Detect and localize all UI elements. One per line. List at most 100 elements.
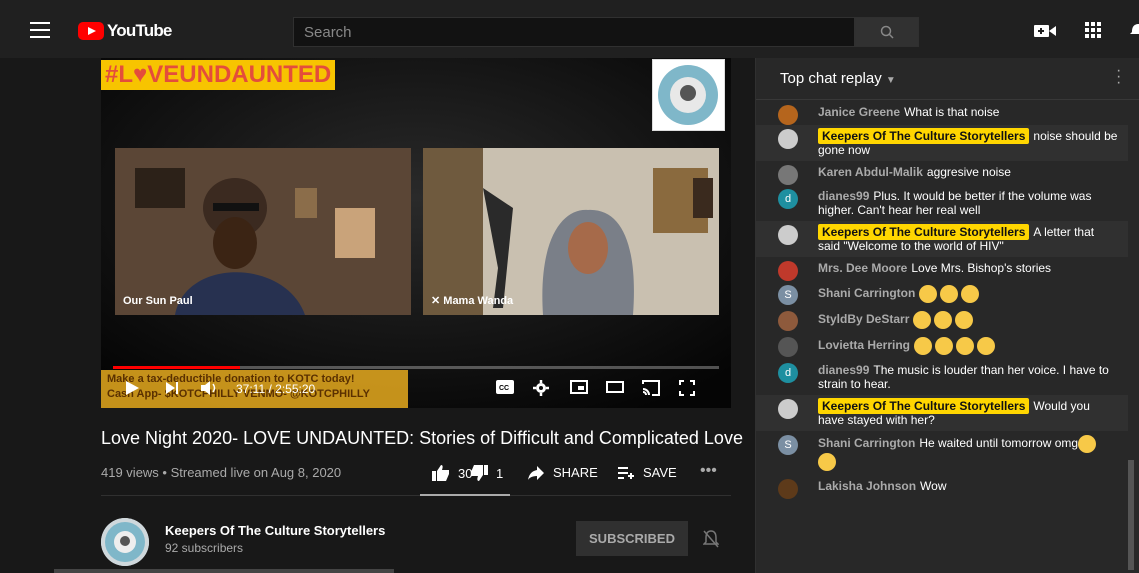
chat-message: Karen Abdul-Malik aggresive noise xyxy=(756,161,1128,185)
youtube-play-icon xyxy=(78,22,104,40)
speaker-left-label: Our Sun Paul xyxy=(123,295,193,307)
emoji-icon xyxy=(935,337,954,355)
speaker-panel-right: ✕ Mama Wanda xyxy=(423,148,719,315)
next-icon[interactable] xyxy=(164,380,180,396)
info-divider xyxy=(101,495,731,496)
miniplayer-icon[interactable] xyxy=(570,380,588,394)
chat-author-avatar[interactable] xyxy=(778,165,798,185)
chat-mode-dropdown[interactable]: Top chat replay ▼ xyxy=(780,70,896,87)
chat-message: Lakisha Johnson Wow xyxy=(756,475,1128,499)
apps-grid-icon[interactable] xyxy=(1085,22,1101,38)
chat-author-name[interactable]: Lovietta Herring xyxy=(818,338,910,352)
speaker-left-image xyxy=(115,148,411,315)
video-player[interactable]: Our Sun Paul ✕ Mama Wanda xyxy=(101,58,731,408)
search-icon xyxy=(880,25,894,39)
settings-gear-icon[interactable] xyxy=(533,380,549,396)
page-scrollbar[interactable] xyxy=(54,569,394,573)
speaker-right-name: Mama Wanda xyxy=(443,295,514,307)
chat-author-avatar[interactable] xyxy=(778,337,798,357)
video-meta: 419 views • Streamed live on Aug 8, 2020 xyxy=(101,465,342,480)
search-input[interactable]: Search xyxy=(293,17,855,47)
search-button[interactable] xyxy=(855,17,919,47)
mic-muted-icon: ✕ xyxy=(431,295,444,307)
speaker-panel-left: Our Sun Paul xyxy=(115,148,411,315)
chat-author-avatar[interactable]: S xyxy=(778,285,798,305)
chat-author-avatar[interactable]: d xyxy=(778,189,798,209)
chat-author-avatar[interactable] xyxy=(778,225,798,245)
chat-author-avatar[interactable] xyxy=(778,261,798,281)
chat-author-name[interactable]: Karen Abdul-Malik xyxy=(818,165,923,179)
chat-author-name[interactable]: dianes99 xyxy=(818,189,869,203)
cast-icon[interactable] xyxy=(642,380,660,396)
like-ratio-bar xyxy=(420,494,510,496)
chat-message: Keepers Of The Culture Storytellers A let… xyxy=(756,221,1128,257)
hamburger-menu-icon[interactable] xyxy=(30,22,50,38)
dislike-count: 1 xyxy=(496,465,504,481)
chat-author-avatar[interactable] xyxy=(778,105,798,125)
chat-author-name[interactable]: Janice Greene xyxy=(818,105,900,119)
chat-header: Top chat replay ▼ · · · xyxy=(756,58,1139,100)
share-label: SHARE xyxy=(553,465,598,480)
emoji-icon xyxy=(977,337,996,355)
emoji-icon xyxy=(914,337,933,355)
chat-message-text: Love Mrs. Bishop's stories xyxy=(911,261,1052,275)
chat-message-text: Wow xyxy=(920,479,947,493)
chat-author-avatar[interactable]: d xyxy=(778,363,798,383)
chat-author-name[interactable]: StyldBy DeStarr xyxy=(818,312,909,326)
emoji-icon xyxy=(818,453,836,471)
chat-author-name[interactable]: Shani Carrington xyxy=(818,436,915,450)
chat-message-text: What is that noise xyxy=(904,105,1000,119)
chat-author-avatar[interactable] xyxy=(778,129,798,149)
save-button[interactable]: SAVE xyxy=(618,465,677,480)
kotc-logo-image xyxy=(658,65,718,125)
chat-author-avatar[interactable] xyxy=(778,479,798,499)
channel-avatar[interactable] xyxy=(101,518,149,566)
emoji-icon xyxy=(934,311,953,329)
chat-message: Mrs. Dee Moore Love Mrs. Bishop's stories xyxy=(756,257,1128,281)
chat-author-avatar[interactable] xyxy=(778,399,798,419)
chevron-down-icon: ▼ xyxy=(885,75,896,86)
chat-author-avatar[interactable] xyxy=(778,311,798,331)
chat-author-name[interactable]: dianes99 xyxy=(818,363,869,377)
chat-author-name[interactable]: Keepers Of The Culture Storytellers xyxy=(818,128,1030,144)
youtube-logo-text: YouTube xyxy=(107,21,172,40)
video-title: Love Night 2020- LOVE UNDAUNTED: Stories… xyxy=(101,428,743,448)
emoji-icon xyxy=(1078,435,1097,453)
save-label: SAVE xyxy=(643,465,677,480)
thumbs-up-icon xyxy=(432,465,449,481)
chat-message: S Shani Carrington xyxy=(756,281,1128,307)
like-button[interactable]: 30 xyxy=(432,465,472,481)
youtube-logo[interactable]: YouTube xyxy=(78,21,172,41)
thumbs-down-icon xyxy=(471,465,488,481)
chat-author-name[interactable]: Keepers Of The Culture Storytellers xyxy=(818,398,1030,414)
more-actions-icon[interactable]: ••• xyxy=(700,462,717,480)
volume-icon[interactable] xyxy=(200,380,220,396)
share-button[interactable]: SHARE xyxy=(528,465,598,480)
play-icon[interactable] xyxy=(124,380,140,396)
chat-scrollbar[interactable] xyxy=(1128,460,1134,570)
chat-author-name[interactable]: Mrs. Dee Moore xyxy=(818,261,907,275)
theater-mode-icon[interactable] xyxy=(606,380,624,394)
chat-message-text: aggresive noise xyxy=(926,165,1011,179)
create-video-icon[interactable] xyxy=(1034,24,1056,38)
dislike-button[interactable]: 1 xyxy=(470,465,503,481)
fullscreen-icon[interactable] xyxy=(679,380,695,396)
chat-more-icon[interactable]: · · · xyxy=(1116,63,1121,91)
time-display: 37:11 / 2:55:20 xyxy=(236,382,316,396)
chat-author-name[interactable]: Keepers Of The Culture Storytellers xyxy=(818,224,1030,240)
chat-author-name[interactable]: Lakisha Johnson xyxy=(818,479,916,493)
channel-name[interactable]: Keepers Of The Culture Storytellers xyxy=(165,523,385,538)
emoji-icon xyxy=(955,311,974,329)
chat-message: StyldBy DeStarr xyxy=(756,307,1128,333)
subscriber-count: 92 subscribers xyxy=(165,541,244,555)
subscribed-button[interactable]: SUBSCRIBED xyxy=(576,521,688,556)
chat-message-list[interactable]: Janice Greene What is that noise Keepers O… xyxy=(756,101,1128,499)
speaker-right-image xyxy=(423,148,719,315)
captions-icon[interactable]: CC xyxy=(496,380,514,394)
notifications-bell-icon[interactable] xyxy=(1130,22,1139,38)
chat-author-name[interactable]: Shani Carrington xyxy=(818,286,915,300)
notification-bell-off-icon[interactable] xyxy=(703,530,719,548)
chat-message: Keepers Of The Culture Storytellers Would… xyxy=(756,395,1128,431)
emoji-icon xyxy=(940,285,959,303)
chat-author-avatar[interactable]: S xyxy=(778,435,798,455)
